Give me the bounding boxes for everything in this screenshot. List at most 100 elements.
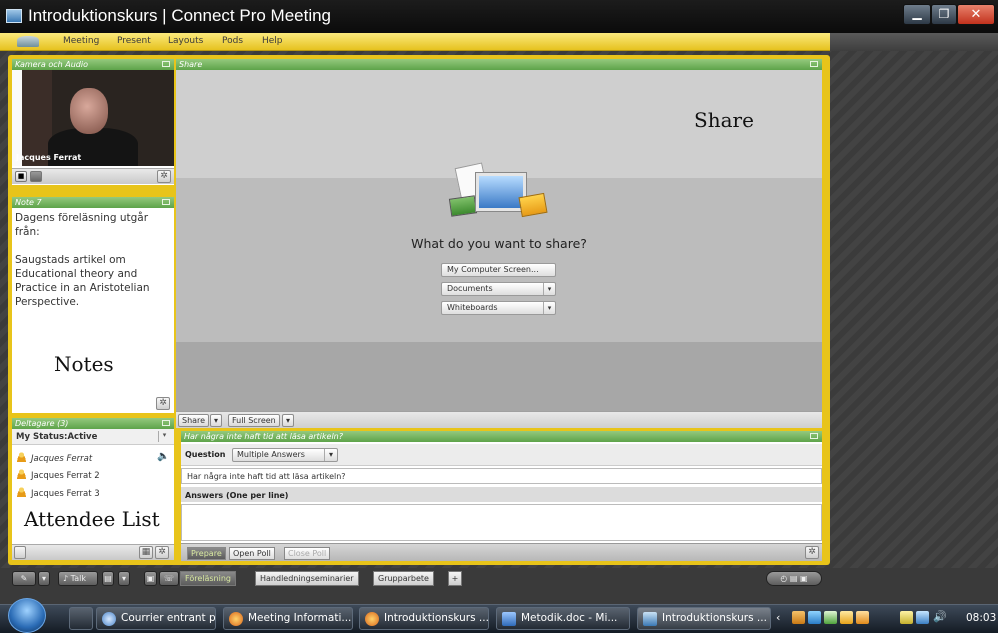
share-menu-arrow[interactable]: ▾ <box>210 414 222 427</box>
poll-question-input[interactable]: Har några inte haft tid att läsa artikel… <box>181 468 822 484</box>
volume-icon[interactable]: ▤ <box>102 571 114 586</box>
camera-pod-gear-icon[interactable]: ✲ <box>157 170 171 183</box>
collaborate-icon[interactable]: ✎ <box>12 571 36 586</box>
notes-gear-icon[interactable]: ✲ <box>156 397 170 410</box>
video-settings-icon[interactable] <box>30 171 42 182</box>
pod-options-icon[interactable] <box>162 420 170 426</box>
prepare-tab[interactable]: Prepare <box>187 547 226 560</box>
answer-type-dropdown[interactable]: Multiple Answers ▾ <box>232 448 338 462</box>
full-screen-arrow[interactable]: ▾ <box>282 414 294 427</box>
menu-help[interactable]: Help <box>262 36 283 46</box>
tray-app-icon[interactable] <box>824 611 837 624</box>
camera-toggle-icon[interactable]: ▣ <box>144 571 157 586</box>
tray-app-icon[interactable] <box>900 611 913 624</box>
grid-view-icon[interactable]: ▦ <box>139 546 153 559</box>
poll-question-row: Question Multiple Answers ▾ <box>181 444 822 466</box>
notes-pod: Note 7 Dagens föreläsning utgår från: Sa… <box>12 197 174 413</box>
attendee-item[interactable]: Jacques Ferrat 2 <box>16 469 100 481</box>
minimize-button[interactable]: ▁ <box>903 4 931 25</box>
layout-tab-handledningseminarier[interactable]: Handledningseminarier <box>255 571 359 586</box>
taskbar-item[interactable]: Courrier entrant p... <box>96 607 216 630</box>
attendee-pod-footer: ▦ ✲ <box>12 544 174 560</box>
layout-tab-forelasning[interactable]: Föreläsning <box>180 571 236 586</box>
volume-icon[interactable]: 🔊 <box>933 610 947 623</box>
pod-options-icon[interactable] <box>162 61 170 67</box>
attendee-gear-icon[interactable]: ✲ <box>155 546 169 559</box>
tray-app-icon[interactable] <box>840 611 853 624</box>
notes-pod-title: Note 7 <box>12 197 174 208</box>
share-prompt: What do you want to share? <box>411 236 587 251</box>
firefox-icon <box>229 612 243 626</box>
pod-options-icon[interactable] <box>810 433 818 439</box>
attendee-overlay-label: Attendee List <box>24 507 160 531</box>
poll-footer: Prepare Open Poll Close Poll ✲ <box>181 543 822 561</box>
tray-app-icon[interactable] <box>856 611 869 624</box>
person-icon <box>16 469 27 479</box>
tray-app-icon[interactable] <box>792 611 805 624</box>
chevron-down-icon[interactable]: ▾ <box>38 571 50 586</box>
pod-controls-icon[interactable]: ◴ ▤ ▣ <box>766 571 822 586</box>
person-icon <box>16 452 27 462</box>
phone-icon[interactable]: ☏ <box>159 571 179 586</box>
answers-label: Answers (One per line) <box>185 491 289 500</box>
connect-app-icon <box>643 612 657 626</box>
menu-layouts[interactable]: Layouts <box>168 36 203 46</box>
chevron-down-icon: ▾ <box>324 449 337 461</box>
microphone-icon: ♪ <box>63 574 71 583</box>
camera-audio-pod: Kamera och Audio Jacques Ferrat ■ ✲ <box>12 59 174 185</box>
chevron-down-icon: ▾ <box>158 431 170 442</box>
tray-expand-icon[interactable]: ‹ <box>776 611 780 624</box>
taskbar-item-active[interactable]: Introduktionskurs ... <box>637 607 771 630</box>
layout-bar: ✎ ▾ ♪ Talk ▤ ▾ ▣ ☏ Föreläsning Handledni… <box>8 569 830 589</box>
camera-pod-footer: ■ ✲ <box>12 168 174 184</box>
tray-app-icon[interactable] <box>808 611 821 624</box>
taskbar-item[interactable]: Metodik.doc - Mi... <box>496 607 630 630</box>
open-poll-tab[interactable]: Open Poll <box>229 547 275 560</box>
layout-tab-grupparbete[interactable]: Grupparbete <box>373 571 434 586</box>
clock[interactable]: 08:03 <box>966 612 996 624</box>
answers-header: Answers (One per line) <box>181 487 822 502</box>
attendee-item[interactable]: Jacques Ferrat <box>16 452 92 464</box>
network-icon[interactable] <box>916 611 929 624</box>
my-status-dropdown[interactable]: My Status:Active ▾ <box>12 429 174 445</box>
notes-overlay-label: Notes <box>54 352 114 376</box>
pod-options-icon[interactable] <box>162 199 170 205</box>
taskbar-item[interactable]: Meeting Informati... <box>223 607 353 630</box>
menu-pods[interactable]: Pods <box>222 36 243 46</box>
camera-video: Jacques Ferrat <box>12 70 174 166</box>
answers-input[interactable] <box>181 504 822 541</box>
attendee-item[interactable]: Jacques Ferrat 3 <box>16 487 100 499</box>
firefox-icon <box>365 612 379 626</box>
share-whiteboards-dropdown[interactable]: Whiteboards ▾ <box>441 301 556 315</box>
pod-options-icon[interactable] <box>810 61 818 67</box>
window-title-bar: Introduktionskurs | Connect Pro Meeting … <box>0 0 998 33</box>
close-poll-tab[interactable]: Close Poll <box>284 547 331 560</box>
question-label: Question <box>185 450 226 459</box>
menu-meeting[interactable]: Meeting <box>63 36 99 46</box>
maximize-button[interactable]: ❐ <box>931 4 957 25</box>
add-layout-button[interactable]: + <box>448 571 462 586</box>
presenter-name: Jacques Ferrat <box>16 153 82 162</box>
share-my-computer-screen-button[interactable]: My Computer Screen... <box>441 263 556 277</box>
share-documents-dropdown[interactable]: Documents ▾ <box>441 282 556 296</box>
stop-camera-icon[interactable]: ■ <box>15 171 27 182</box>
word-document-icon <box>502 612 516 626</box>
chevron-down-icon: ▾ <box>543 302 555 314</box>
mail-icon <box>102 612 116 626</box>
connect-logo-icon <box>17 36 39 47</box>
share-illustration-icon <box>446 159 556 229</box>
taskbar-item[interactable]: Introduktionskurs ... <box>359 607 489 630</box>
menu-present[interactable]: Present <box>117 36 151 46</box>
chevron-down-icon[interactable]: ▾ <box>118 571 130 586</box>
start-button-icon[interactable] <box>8 598 46 633</box>
menu-bar: Meeting Present Layouts Pods Help <box>0 33 830 51</box>
talk-button[interactable]: ♪ Talk <box>58 571 98 586</box>
show-desktop-icon[interactable] <box>69 607 93 630</box>
close-button[interactable]: ✕ <box>957 4 995 25</box>
full-screen-button[interactable]: Full Screen <box>228 414 280 427</box>
connect-app-icon <box>6 9 22 23</box>
attendee-option-icon[interactable] <box>14 546 26 559</box>
poll-gear-icon[interactable]: ✲ <box>805 546 819 559</box>
notes-content[interactable]: Dagens föreläsning utgår från: Saugstads… <box>15 211 170 309</box>
share-menu-button[interactable]: Share <box>178 414 210 427</box>
